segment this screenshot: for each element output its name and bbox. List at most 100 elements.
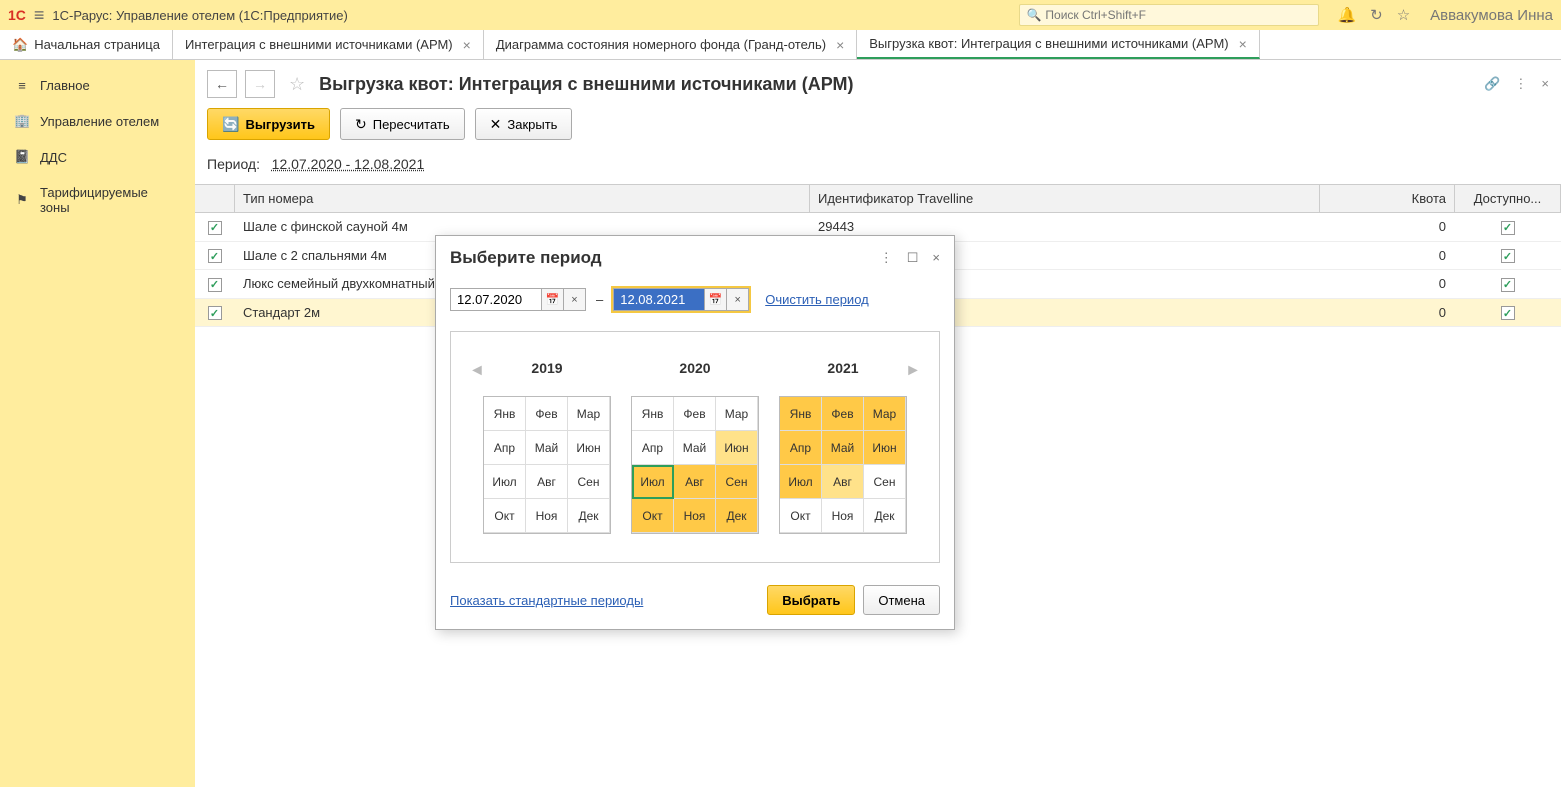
month-cell[interactable]: Сен <box>716 465 758 499</box>
back-button[interactable]: ← <box>207 70 237 98</box>
month-cell[interactable]: Апр <box>632 431 674 465</box>
cancel-button[interactable]: Отмена <box>863 585 940 615</box>
favorite-icon[interactable]: ☆ <box>289 74 305 95</box>
month-cell[interactable]: Сен <box>568 465 610 499</box>
next-year-icon[interactable]: ► <box>905 362 921 380</box>
period-label: Период: <box>207 156 260 172</box>
tab-close-icon[interactable]: × <box>1239 36 1247 52</box>
col-avail[interactable]: Доступно... <box>1455 185 1561 212</box>
header-tools: 🔗 ⋮ × <box>1484 76 1549 92</box>
row-quota: 0 <box>1320 270 1455 298</box>
table-head: Тип номера Идентификатор Travelline Квот… <box>195 185 1561 213</box>
close-icon[interactable]: × <box>1541 76 1549 92</box>
sidebar-item[interactable]: 📓ДДС <box>0 139 195 175</box>
tab-close-icon[interactable]: × <box>463 37 471 53</box>
popup-close-icon[interactable]: × <box>932 250 940 266</box>
row-avail[interactable]: ✓ <box>1455 299 1561 327</box>
tab[interactable]: Интеграция с внешними источниками (АРМ)× <box>173 30 484 59</box>
month-cell[interactable]: Янв <box>632 397 674 431</box>
user-name[interactable]: Аввакумова Инна <box>1430 7 1553 24</box>
month-cell[interactable]: Окт <box>780 499 822 533</box>
month-cell[interactable]: Окт <box>632 499 674 533</box>
tab-home[interactable]: 🏠Начальная страница <box>0 30 173 59</box>
row-avail[interactable]: ✓ <box>1455 213 1561 241</box>
popup-max-icon[interactable]: ☐ <box>907 250 919 266</box>
standard-periods-link[interactable]: Показать стандартные периоды <box>450 593 643 608</box>
col-quota[interactable]: Квота <box>1320 185 1455 212</box>
month-cell[interactable]: Апр <box>780 431 822 465</box>
more-icon[interactable]: ⋮ <box>1514 76 1527 92</box>
month-cell[interactable]: Ноя <box>674 499 716 533</box>
date-to-input[interactable] <box>614 289 704 310</box>
popup-more-icon[interactable]: ⋮ <box>880 250 893 266</box>
tab[interactable]: Диаграмма состояния номерного фонда (Гра… <box>484 30 857 59</box>
tab[interactable]: Выгрузка квот: Интеграция с внешними ист… <box>857 30 1260 59</box>
month-cell[interactable]: Фев <box>822 397 864 431</box>
month-cell[interactable]: Июл <box>484 465 526 499</box>
month-cell[interactable]: Янв <box>484 397 526 431</box>
month-cell[interactable]: Окт <box>484 499 526 533</box>
month-cell[interactable]: Июн <box>568 431 610 465</box>
row-check[interactable]: ✓ <box>195 270 235 298</box>
month-cell[interactable]: Фев <box>526 397 568 431</box>
menu-icon[interactable]: ≡ <box>34 5 45 26</box>
star-icon[interactable]: ☆ <box>1397 6 1410 24</box>
clear-icon[interactable]: × <box>563 289 585 310</box>
date-from-input[interactable] <box>451 289 541 310</box>
row-check[interactable]: ✓ <box>195 213 235 241</box>
month-cell[interactable]: Сен <box>864 465 906 499</box>
tab-close-icon[interactable]: × <box>836 37 844 53</box>
export-label: Выгрузить <box>245 117 315 132</box>
year-label: 2019 <box>483 360 611 376</box>
close-button[interactable]: ✕ Закрыть <box>475 108 573 140</box>
clear-icon[interactable]: × <box>726 289 748 310</box>
tabs-bar: 🏠Начальная страницаИнтеграция с внешними… <box>0 30 1561 60</box>
month-cell[interactable]: Мар <box>864 397 906 431</box>
link-icon[interactable]: 🔗 <box>1484 76 1500 92</box>
month-cell[interactable]: Ноя <box>526 499 568 533</box>
month-cell[interactable]: Май <box>526 431 568 465</box>
month-cell[interactable]: Июн <box>864 431 906 465</box>
month-cell[interactable]: Май <box>822 431 864 465</box>
clear-period-link[interactable]: Очистить период <box>765 292 869 307</box>
row-avail[interactable]: ✓ <box>1455 242 1561 270</box>
month-cell[interactable]: Фев <box>674 397 716 431</box>
row-check[interactable]: ✓ <box>195 242 235 270</box>
month-cell[interactable]: Мар <box>716 397 758 431</box>
select-button[interactable]: Выбрать <box>767 585 855 615</box>
month-cell[interactable]: Янв <box>780 397 822 431</box>
month-cell[interactable]: Ноя <box>822 499 864 533</box>
recalc-button[interactable]: ↻ Пересчитать <box>340 108 465 140</box>
calendar-icon[interactable]: 📅 <box>541 289 563 310</box>
search-input[interactable]: 🔍 <box>1019 4 1319 26</box>
col-type[interactable]: Тип номера <box>235 185 810 212</box>
calendar-icon[interactable]: 📅 <box>704 289 726 310</box>
month-cell[interactable]: Июл <box>780 465 822 499</box>
month-cell[interactable]: Дек <box>864 499 906 533</box>
sidebar-item[interactable]: ≡Главное <box>0 68 195 103</box>
month-cell[interactable]: Июн <box>716 431 758 465</box>
month-cell[interactable]: Дек <box>568 499 610 533</box>
row-avail[interactable]: ✓ <box>1455 270 1561 298</box>
sidebar-item[interactable]: 🏢Управление отелем <box>0 103 195 139</box>
month-cell[interactable]: Авг <box>674 465 716 499</box>
period-value[interactable]: 12.07.2020 - 12.08.2021 <box>272 156 425 172</box>
sidebar-item[interactable]: ⚑Тарифицируемые зоны <box>0 175 195 225</box>
month-cell[interactable]: Мар <box>568 397 610 431</box>
forward-button[interactable]: → <box>245 70 275 98</box>
row-check[interactable]: ✓ <box>195 299 235 327</box>
bell-icon[interactable]: 🔔 <box>1337 6 1356 24</box>
month-cell[interactable]: Июл <box>632 465 674 499</box>
month-cell[interactable]: Май <box>674 431 716 465</box>
month-cell[interactable]: Апр <box>484 431 526 465</box>
prev-year-icon[interactable]: ◄ <box>469 362 485 380</box>
month-cell[interactable]: Авг <box>526 465 568 499</box>
period-popup: Выберите период ⋮ ☐ × 📅 × – 📅 × <box>435 235 955 630</box>
month-cell[interactable]: Авг <box>822 465 864 499</box>
col-id[interactable]: Идентификатор Travelline <box>810 185 1320 212</box>
month-cell[interactable]: Дек <box>716 499 758 533</box>
search-field[interactable] <box>1045 8 1312 22</box>
check-icon: ✓ <box>1501 249 1515 263</box>
history-icon[interactable]: ↻ <box>1370 6 1383 24</box>
export-button[interactable]: 🔄 Выгрузить <box>207 108 330 140</box>
